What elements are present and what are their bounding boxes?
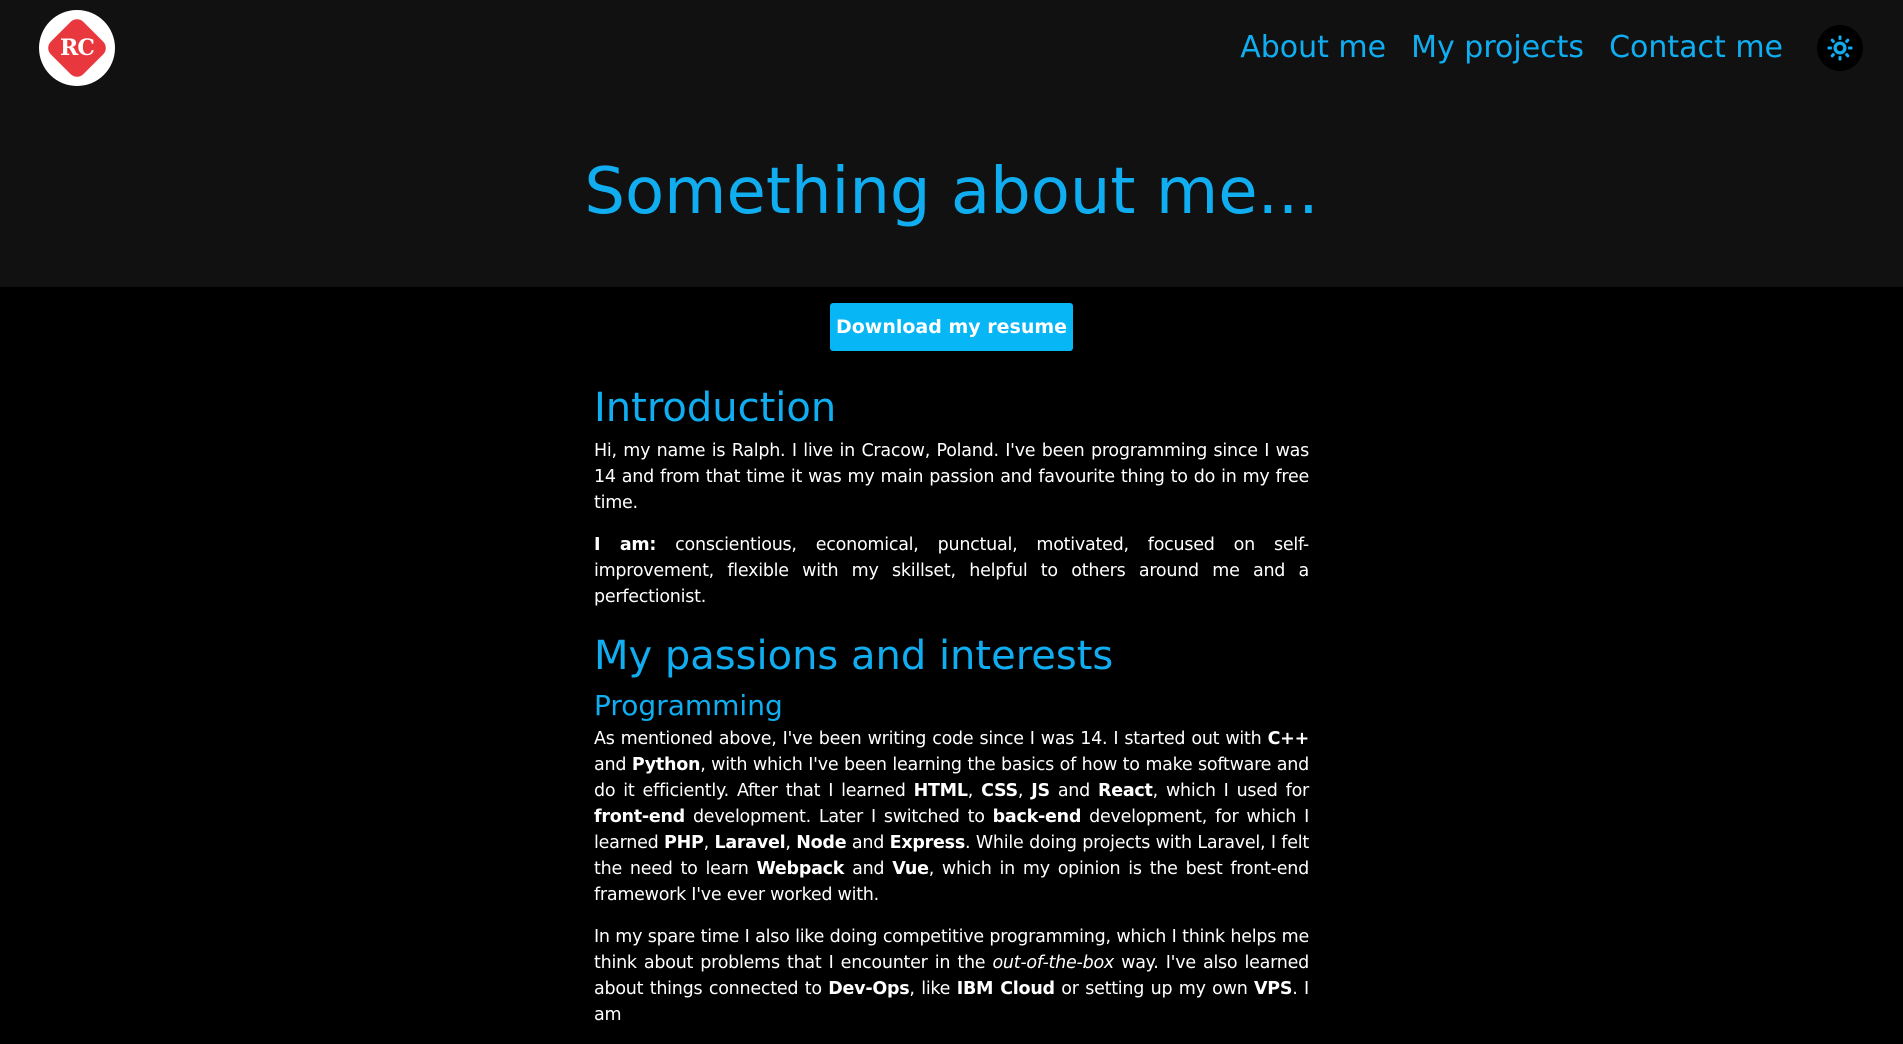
bold-term: Vue [892, 859, 929, 879]
bold-term: PHP [664, 833, 704, 853]
competitive-programming-paragraph: In my spare time I also like doing compe… [594, 924, 1309, 1028]
text-run: , [785, 833, 797, 853]
passions-heading: My passions and interests [594, 633, 1114, 679]
i-am-label: I am: [594, 535, 657, 555]
text-run: and [1049, 781, 1098, 801]
text-run: and [846, 833, 890, 853]
sun-icon [1827, 35, 1853, 61]
personality-paragraph: I am: conscientious, economical, punctua… [594, 532, 1309, 610]
bold-term: C++ [1267, 729, 1310, 749]
text-run: , [1017, 781, 1032, 801]
logo[interactable]: RC [39, 10, 115, 86]
intro-paragraph: Hi, my name is Ralph. I live in Cracow, … [594, 441, 1309, 513]
bold-term: IBM Cloud [956, 979, 1055, 999]
text-run: or setting up my own [1054, 979, 1255, 999]
bold-term: Node [796, 833, 847, 853]
main-content: Introduction Hi, my name is Ralph. I liv… [594, 378, 1309, 1044]
italic-term: out-of-the-box [992, 953, 1115, 973]
logo-text: RC [60, 34, 94, 61]
bold-term: VPS [1254, 979, 1293, 999]
bold-term: React [1098, 781, 1153, 801]
text-run: , like [909, 979, 957, 999]
nav-my-projects[interactable]: My projects [1411, 26, 1584, 70]
bold-term: Laravel [714, 833, 786, 853]
personality-text: conscientious, economical, punctual, mot… [594, 535, 1309, 607]
bold-term: Python [631, 755, 701, 775]
text-run: As mentioned above, I've been writing co… [594, 729, 1268, 749]
text-run: and [594, 755, 632, 775]
bold-term: Webpack [756, 859, 845, 879]
logo-diamond: RC [44, 15, 110, 81]
text-run: development. Later I switched to [684, 807, 993, 827]
bold-term: HTML [913, 781, 968, 801]
bold-term: JS [1031, 781, 1050, 801]
theme-toggle-button[interactable] [1817, 25, 1863, 71]
programming-subheading: Programming [594, 689, 783, 722]
introduction-heading: Introduction [594, 385, 837, 431]
programming-paragraph: As mentioned above, I've been writing co… [594, 726, 1309, 908]
download-resume-button[interactable]: Download my resume [830, 303, 1073, 351]
page-title: Something about me... [584, 155, 1319, 229]
text-run: , [967, 781, 982, 801]
bold-term: CSS [981, 781, 1018, 801]
bold-term: Express [889, 833, 966, 853]
bold-term: back-end [992, 807, 1082, 827]
nav-contact-me[interactable]: Contact me [1609, 26, 1783, 70]
text-run: , [703, 833, 715, 853]
header: RC About me My projects Contact me Somet… [0, 0, 1903, 287]
nav-about-me[interactable]: About me [1240, 26, 1386, 70]
bold-term: front-end [594, 807, 685, 827]
main-nav: About me My projects Contact me [1240, 26, 1783, 70]
text-run: and [844, 859, 893, 879]
text-run: , which I used for [1152, 781, 1310, 801]
bold-term: Dev-Ops [828, 979, 910, 999]
